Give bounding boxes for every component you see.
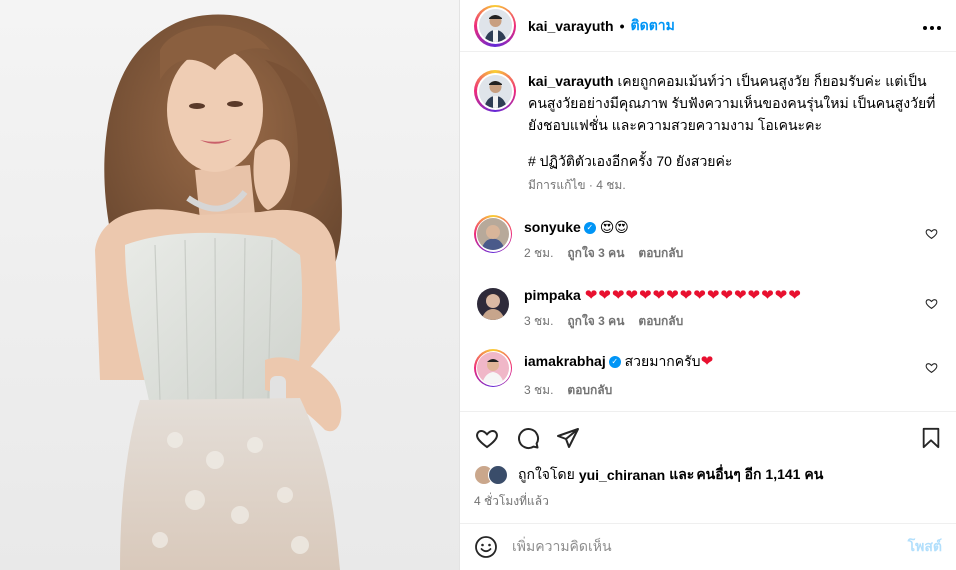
liker-avatars [474,465,514,485]
comment-time[interactable]: 3 ชม. [524,383,553,397]
comment-like-heart-icon[interactable] [925,297,938,310]
follow-button[interactable]: ติดตาม [631,15,675,37]
comment-item: iamakrabhaj ✓ สวยมากครับ❤ 3 ชม. ตอบกลับ [474,349,942,400]
avatar-image [477,218,509,250]
comment-like-heart-icon[interactable] [925,361,938,374]
bookmark-icon[interactable] [920,426,942,450]
likes-summary: ถูกใจโดย yui_chiranan และ คนอื่นๆ อีก 1,… [474,464,942,486]
share-icon[interactable] [556,426,580,450]
likes-others-count[interactable]: คนอื่นๆ อีก 1,141 คน [696,464,823,486]
verified-badge-icon: ✓ [583,222,596,235]
comment-input[interactable]: เพิ่มความคิดเห็น [512,536,612,558]
comment-text: 😍😍 [599,220,629,236]
comment-username[interactable]: sonyuke [524,219,581,235]
avatar-image [477,288,509,320]
post-details-panel: kai_varayuth • ติดตาม kai_varayuth เคยถู… [459,0,956,570]
comment-likes[interactable]: ถูกใจ 3 คน [567,314,624,328]
comment-time[interactable]: 2 ชม. [524,246,553,260]
comment-like-heart-icon[interactable] [925,227,938,240]
commenter-avatar[interactable] [474,349,512,387]
post-time[interactable]: 4 ชั่วโมงที่แล้ว [474,492,942,511]
author-username[interactable]: kai_varayuth [528,18,614,34]
post-header: kai_varayuth • ติดตาม [460,0,956,52]
comment-likes[interactable]: ถูกใจ 3 คน [567,246,624,260]
add-comment-bar: เพิ่มความคิดเห็น โพสต์ [460,523,956,570]
avatar-image [477,352,509,384]
comment-time[interactable]: 3 ชม. [524,314,553,328]
more-icon[interactable] [922,15,942,36]
likes-and: และ [669,466,695,482]
caption-username[interactable]: kai_varayuth [528,73,614,89]
comment-item: sonyuke ✓ 😍😍 2 ชม. ถูกใจ 3 คน ตอบกลับ [474,215,942,263]
post-dialog: kai_varayuth • ติดตาม kai_varayuth เคยถู… [0,0,956,570]
avatar-image [478,9,512,42]
reply-button[interactable]: ตอบกลับ [567,383,612,397]
post-comment-button[interactable]: โพสต์ [908,536,942,558]
comment-item: pimpaka ❤❤❤❤❤❤❤❤❤❤❤❤❤❤❤❤ 3 ชม. ถูกใจ 3 คน… [474,285,942,331]
commenter-avatar[interactable] [477,288,509,320]
caption-hashtag: # ปฏิวัติตัวเองอีกครั้ง 70 ยังสวยค่ะ [528,153,733,169]
reply-button[interactable]: ตอบกลับ [638,314,683,328]
caption-avatar[interactable] [474,70,516,112]
verified-badge-icon: ✓ [608,356,621,369]
caption-edited-time: มีการแก้ไข · 4 ชม. [528,178,626,192]
comment-username[interactable]: pimpaka [524,287,581,303]
separator-dot: • [619,17,625,34]
avatar-image [478,74,512,108]
woman-portrait-image [0,0,459,570]
comments-list: kai_varayuth เคยถูกคอมเม้นท์ว่า เป็นคนสู… [460,52,956,411]
liker-avatar [488,465,508,485]
emoji-icon[interactable] [474,535,498,559]
comment-icon[interactable] [516,426,540,450]
liker-username[interactable]: yui_chiranan [579,467,665,483]
commenter-avatar[interactable] [474,215,512,253]
reply-button[interactable]: ตอบกลับ [638,246,683,260]
likes-prefix: ถูกใจโดย [518,466,575,482]
comment-text: ❤❤❤❤❤❤❤❤❤❤❤❤❤❤❤❤ [584,287,802,304]
post-actions: ถูกใจโดย yui_chiranan และ คนอื่นๆ อีก 1,… [460,411,956,523]
heart-icon[interactable] [474,426,500,450]
comment-username[interactable]: iamakrabhaj [524,353,606,369]
caption: kai_varayuth เคยถูกคอมเม้นท์ว่า เป็นคนสู… [474,70,942,195]
author-avatar[interactable] [474,4,516,47]
comment-text-heart: ❤ [700,353,715,370]
post-photo [0,0,459,570]
comment-text: สวยมากครับ [624,353,701,369]
